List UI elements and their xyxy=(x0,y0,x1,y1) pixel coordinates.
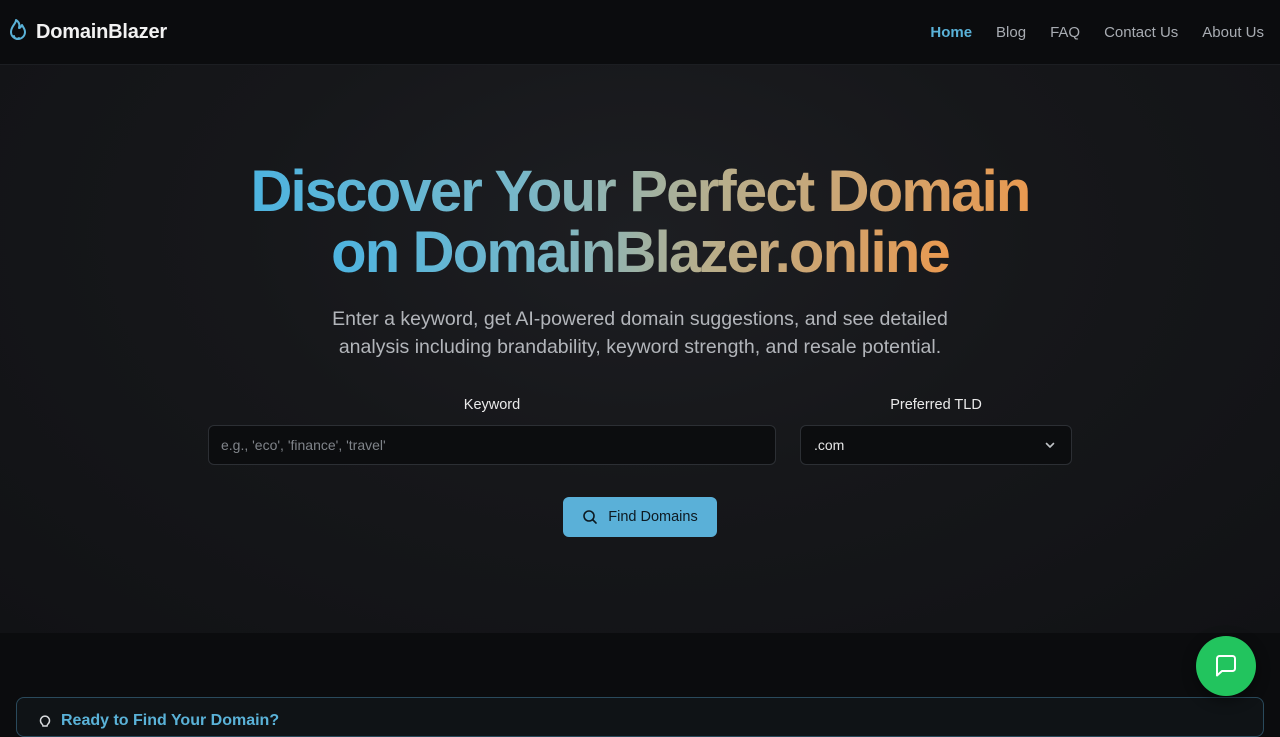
flame-icon xyxy=(10,19,26,40)
chevron-down-icon xyxy=(1045,442,1055,448)
tld-select[interactable]: .com xyxy=(800,425,1072,465)
tld-selected-value: .com xyxy=(814,437,845,453)
tld-label: Preferred TLD xyxy=(890,397,982,413)
nav-contact-link[interactable]: Contact Us xyxy=(1104,24,1178,41)
site-header: DomainBlazer Home Blog FAQ Contact Us Ab… xyxy=(0,0,1280,65)
main-nav: Home Blog FAQ Contact Us About Us xyxy=(930,22,1264,42)
nav-about-link[interactable]: About Us xyxy=(1202,24,1264,41)
keyword-label: Keyword xyxy=(463,397,521,413)
hero-title-line2: on DomainBlazer.online xyxy=(331,220,951,285)
hero-title: Discover Your Perfect Domain on DomainBl… xyxy=(0,161,1280,283)
nav-blog-link[interactable]: Blog xyxy=(996,24,1026,41)
chat-bubble-icon xyxy=(1216,655,1236,677)
brand-logo[interactable]: DomainBlazer xyxy=(4,17,167,47)
hero-subtitle: Enter a keyword, get AI-powered domain s… xyxy=(332,308,948,358)
ready-title: Ready to Find Your Domain? xyxy=(61,712,280,729)
find-domains-label: Find Domains xyxy=(608,509,698,525)
keyword-input[interactable] xyxy=(208,425,776,465)
hero-title-line1: Discover Your Perfect Domain xyxy=(250,159,1031,224)
hero-section: Discover Your Perfect Domain on DomainBl… xyxy=(0,65,1280,633)
ready-card: Ready to Find Your Domain? xyxy=(16,697,1264,737)
chat-button[interactable] xyxy=(1196,636,1256,696)
brand-name: DomainBlazer xyxy=(36,20,167,43)
nav-faq-link[interactable]: FAQ xyxy=(1050,24,1080,41)
nav-home-link[interactable]: Home xyxy=(930,24,972,41)
search-icon xyxy=(583,510,598,524)
find-domains-button[interactable]: Find Domains xyxy=(563,497,717,537)
lightbulb-icon xyxy=(39,715,51,727)
